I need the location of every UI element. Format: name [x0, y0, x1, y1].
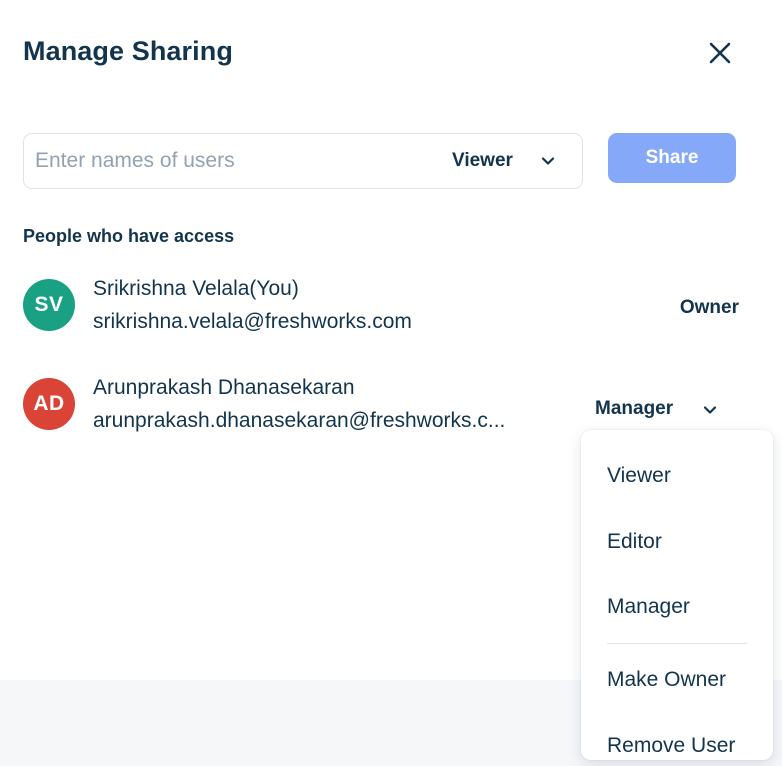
person-row: SV Srikrishna Velala(You) srikrishna.vel… — [23, 277, 763, 347]
chevron-down-icon — [541, 157, 555, 165]
share-button[interactable]: Share — [608, 133, 736, 183]
menu-divider — [607, 643, 747, 644]
person-name: Srikrishna Velala(You) — [93, 277, 299, 300]
person-role-label: Owner — [679, 297, 739, 318]
menu-item-make-owner[interactable]: Make Owner — [607, 668, 726, 692]
access-heading: People who have access — [23, 226, 235, 246]
menu-item-editor[interactable]: Editor — [607, 530, 662, 554]
menu-item-viewer[interactable]: Viewer — [607, 464, 671, 488]
chevron-down-icon — [703, 406, 717, 414]
invite-role-label: Viewer — [452, 150, 513, 171]
invite-field: Viewer — [23, 133, 583, 189]
person-role-label: Manager — [595, 398, 674, 419]
user-search-input[interactable] — [35, 142, 435, 180]
invite-role-select[interactable]: Viewer — [452, 144, 577, 178]
person-email: arunprakash.dhanasekaran@freshworks.c... — [93, 409, 506, 432]
close-icon — [709, 42, 731, 64]
menu-item-remove-user[interactable]: Remove User — [607, 734, 735, 758]
person-role-select[interactable]: Manager — [595, 394, 725, 424]
person-email: srikrishna.velala@freshworks.com — [93, 310, 412, 333]
close-button[interactable] — [703, 36, 737, 70]
person-name: Arunprakash Dhanasekaran — [93, 376, 355, 399]
menu-item-manager[interactable]: Manager — [607, 595, 690, 619]
avatar: AD — [23, 378, 75, 430]
dialog-title: Manage Sharing — [23, 36, 233, 66]
avatar: SV — [23, 279, 75, 331]
role-dropdown-menu: Viewer Editor Manager Make Owner Remove … — [581, 430, 773, 760]
manage-sharing-dialog: Manage Sharing Viewer Share People who h… — [0, 0, 782, 766]
